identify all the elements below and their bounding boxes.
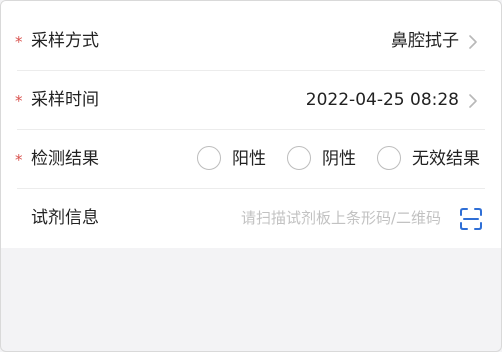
reagent-code-input[interactable]: 请扫描试剂板上条形码/二维码: [241, 206, 441, 230]
radio-negative-label[interactable]: 阴性: [322, 146, 356, 172]
chevron-right-icon: [469, 35, 477, 49]
test-result-radio-group: 阳性 阴性 无效结果: [197, 145, 497, 173]
radio-circle[interactable]: [377, 146, 401, 170]
divider: [17, 70, 485, 71]
sampling-time-label: 采样时间: [31, 90, 99, 110]
chevron-right-icon: [469, 94, 477, 108]
sample-form: * 采样方式 鼻腔拭子 * 采样时间 2022-04-25 08:28 * 检测…: [1, 1, 501, 248]
radio-positive[interactable]: 阳性: [197, 145, 272, 173]
radio-circle[interactable]: [197, 146, 221, 170]
divider: [17, 129, 485, 130]
radio-invalid[interactable]: 无效结果: [377, 145, 492, 173]
radio-invalid-label[interactable]: 无效结果: [412, 146, 480, 172]
app-screen: * 采样方式 鼻腔拭子 * 采样时间 2022-04-25 08:28 * 检测…: [0, 0, 502, 352]
radio-positive-label[interactable]: 阳性: [232, 146, 266, 172]
radio-negative[interactable]: 阴性: [287, 145, 367, 173]
test-result-label: 检测结果: [31, 149, 99, 169]
sampling-time-value[interactable]: 2022-04-25 08:28: [306, 87, 459, 113]
required-mark: *: [15, 33, 23, 51]
sampling-method-row[interactable]: * 采样方式 鼻腔拭子: [1, 13, 501, 71]
sampling-method-value[interactable]: 鼻腔拭子: [391, 28, 459, 54]
test-result-row: * 检测结果 阳性 阴性 无效结果: [1, 131, 501, 189]
sampling-time-row[interactable]: * 采样时间 2022-04-25 08:28: [1, 72, 501, 130]
scan-icon[interactable]: [459, 207, 483, 231]
required-mark: *: [15, 92, 23, 110]
reagent-info-row: 试剂信息 请扫描试剂板上条形码/二维码: [1, 190, 501, 248]
divider: [17, 188, 485, 189]
required-mark: *: [15, 151, 23, 169]
radio-circle[interactable]: [287, 146, 311, 170]
reagent-info-label: 试剂信息: [31, 208, 99, 228]
sampling-method-label: 采样方式: [31, 31, 99, 51]
